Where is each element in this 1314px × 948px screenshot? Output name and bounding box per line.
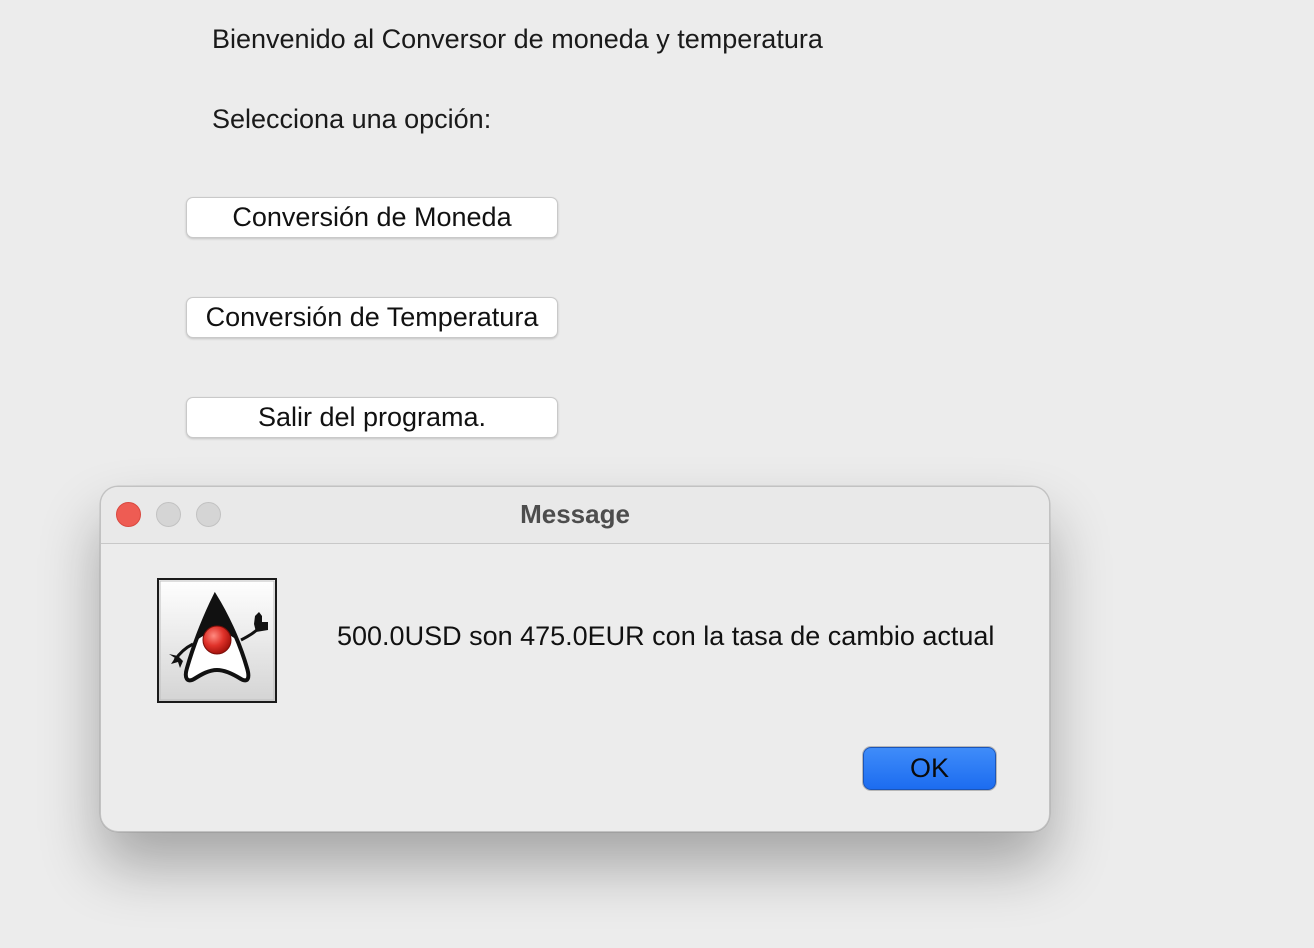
ok-button[interactable]: OK (863, 747, 996, 790)
exit-program-button[interactable]: Salir del programa. (186, 397, 558, 438)
dialog-title: Message (520, 499, 630, 529)
welcome-label: Bienvenido al Conversor de moneda y temp… (212, 24, 823, 54)
message-dialog: Message 500.0USD son 475.0EUR con la tas… (100, 486, 1050, 832)
temperature-conversion-button[interactable]: Conversión de Temperatura (186, 297, 558, 338)
currency-conversion-button[interactable]: Conversión de Moneda (186, 197, 558, 238)
select-option-label: Selecciona una opción: (212, 104, 492, 134)
dialog-titlebar: Message (101, 487, 1049, 544)
dialog-message: 500.0USD son 475.0EUR con la tasa de cam… (337, 621, 995, 651)
java-duke-icon (157, 578, 277, 703)
